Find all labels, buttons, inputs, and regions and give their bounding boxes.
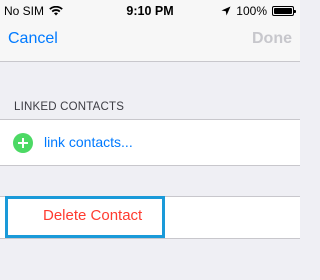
delete-contact-button[interactable]: Delete Contact xyxy=(43,207,142,224)
location-arrow-icon xyxy=(221,6,231,16)
battery-fill xyxy=(274,8,292,14)
plus-icon xyxy=(18,138,28,148)
section-spacer xyxy=(0,62,300,100)
linked-contacts-group: link contacts... xyxy=(0,119,300,166)
battery-percent: 100% xyxy=(236,4,267,18)
done-button[interactable]: Done xyxy=(252,30,292,48)
link-contacts-button[interactable]: link contacts... xyxy=(44,134,133,150)
linked-contacts-header: LINKED CONTACTS xyxy=(14,101,125,113)
cancel-button[interactable]: Cancel xyxy=(8,30,58,48)
status-right: 100% xyxy=(221,4,296,18)
add-icon[interactable] xyxy=(13,133,33,153)
battery-icon xyxy=(272,6,296,16)
status-bar: No SIM 9:10 PM 100% xyxy=(0,0,300,22)
navigation-bar: Cancel Done xyxy=(0,22,300,62)
